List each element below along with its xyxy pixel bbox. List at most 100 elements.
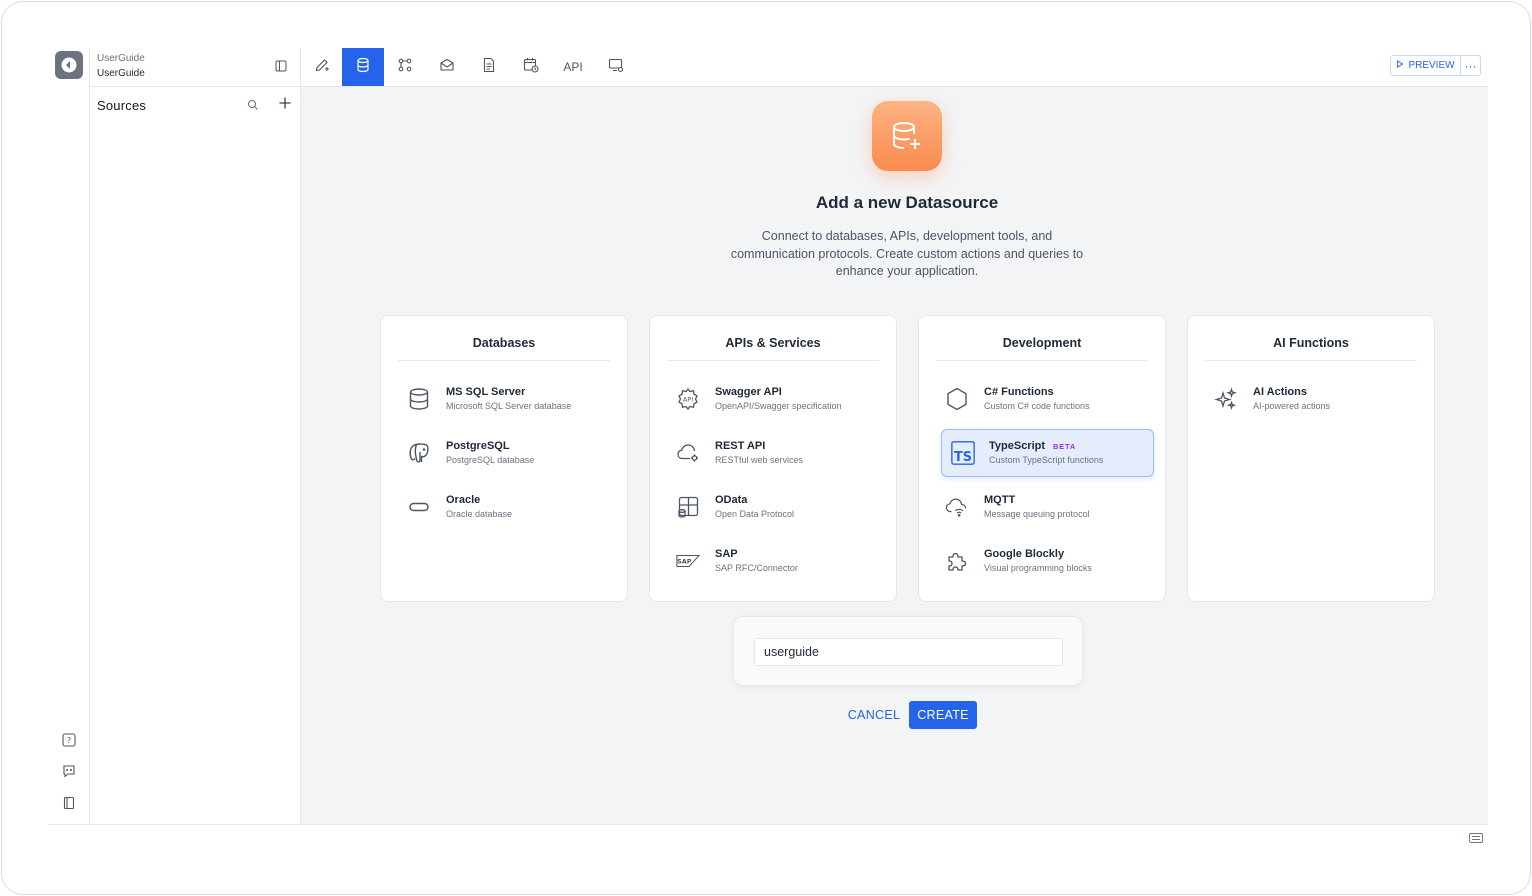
calendar-clock-icon (523, 57, 539, 78)
option-name: SAP (715, 548, 738, 560)
tab-workflows[interactable] (384, 48, 426, 86)
option-desc: Visual programming blocks (984, 563, 1092, 573)
tab-api[interactable]: API (552, 48, 594, 86)
category-title: Databases (472, 336, 536, 350)
sources-title: Sources (97, 98, 147, 113)
option-desc: Open Data Protocol (715, 509, 795, 519)
tab-documents[interactable] (468, 48, 510, 86)
datasource-option-ai-actions[interactable]: AI Actions AI-powered actions (1202, 376, 1420, 422)
puzzle-icon (945, 549, 969, 573)
cloud-gear-icon (676, 441, 700, 465)
datasource-option-odata[interactable]: OData Open Data Protocol (664, 484, 882, 530)
create-button[interactable]: CREATE (909, 701, 977, 729)
app-window: ? UserGuide UserGuide Sources API PREVIE… (1, 1, 1531, 895)
help-icon[interactable]: ? (61, 732, 77, 748)
datasource-name-panel (733, 616, 1083, 686)
datasource-option-typescript[interactable]: TS TypeScript BETA Custom TypeScript func… (941, 429, 1154, 477)
document-icon (481, 57, 497, 78)
svg-text:?: ? (67, 736, 71, 745)
flow-icon (397, 57, 413, 78)
tab-datasources[interactable] (342, 48, 384, 86)
category-card-ai: AI Functions AI Actions AI-powered actio… (1187, 315, 1435, 602)
mail-icon (439, 57, 455, 78)
database-icon (355, 57, 371, 78)
option-desc: OpenAPI/Swagger specification (715, 401, 842, 411)
tab-scheduler[interactable] (510, 48, 552, 86)
card-divider (1205, 360, 1417, 361)
postgresql-elephant-icon (407, 441, 431, 465)
left-rail: ? (48, 48, 90, 824)
option-name: PostgreSQL (446, 440, 510, 452)
option-name: MS SQL Server (446, 386, 526, 398)
datasource-option-mssql[interactable]: MS SQL Server Microsoft SQL Server datab… (395, 376, 613, 422)
option-name: Swagger API (715, 386, 782, 398)
pencil-plus-icon (314, 57, 330, 78)
card-divider (398, 360, 610, 361)
datasource-option-rest[interactable]: REST API RESTful web services (664, 430, 882, 476)
datasource-option-blockly[interactable]: Google Blockly Visual programming blocks (933, 538, 1151, 584)
preview-button[interactable]: PREVIEW (1390, 55, 1461, 76)
category-title: Development (1002, 336, 1082, 350)
category-title: APIs & Services (725, 336, 821, 350)
option-desc: SAP RFC/Connector (715, 563, 798, 573)
category-card-databases: Databases MS SQL Server Microsoft SQL Se… (380, 315, 628, 602)
card-divider (667, 360, 879, 361)
option-desc: Oracle database (446, 509, 513, 519)
keyboard-icon[interactable] (1469, 830, 1483, 843)
tab-screens[interactable] (595, 48, 637, 86)
category-card-development: Development C# Functions Custom C# code … (918, 315, 1166, 602)
option-name: AI Actions (1253, 386, 1307, 398)
option-name: OData (715, 494, 748, 506)
option-name: Oracle (446, 494, 481, 506)
option-name: MQTT (984, 494, 1016, 506)
option-desc: Message queuing protocol (984, 509, 1090, 519)
oracle-icon (407, 495, 431, 519)
sparkles-icon (1214, 387, 1238, 411)
page-subtitle: Connect to databases, APIs, development … (730, 229, 1084, 278)
option-name: TypeScript BETA (989, 440, 1076, 452)
app-name-label: UserGuide (97, 53, 145, 64)
status-bar-divider (48, 824, 1488, 825)
svg-text:API: API (683, 396, 693, 404)
preview-label: PREVIEW (1408, 60, 1455, 71)
top-toolbar: API PREVIEW ··· (301, 48, 1488, 87)
beta-badge: BETA (1053, 442, 1077, 451)
main-content: Add a new Datasource Connect to database… (301, 87, 1488, 824)
datasource-option-sap[interactable]: SAP SAP SAP RFC/Connector (664, 538, 882, 584)
sources-sidebar: UserGuide UserGuide Sources (90, 48, 301, 824)
datasource-option-swagger[interactable]: API Swagger API OpenAPI/Swagger specific… (664, 376, 882, 422)
monitor-settings-icon (608, 57, 624, 78)
add-source-icon[interactable] (278, 96, 292, 110)
datasource-option-postgresql[interactable]: PostgreSQL PostgreSQL database (395, 430, 613, 476)
svg-text:TS: TS (954, 450, 972, 465)
sidebar-divider (90, 86, 301, 87)
collapse-sidebar-icon[interactable] (275, 59, 287, 72)
sap-logo-icon: SAP (676, 549, 700, 573)
page-title: Add a new Datasource (815, 193, 999, 212)
datasource-option-oracle[interactable]: Oracle Oracle database (395, 484, 613, 530)
svg-text:SAP: SAP (677, 557, 692, 565)
cloud-signal-icon (945, 495, 969, 519)
search-icon[interactable] (247, 98, 259, 110)
option-desc: Microsoft SQL Server database (446, 401, 572, 411)
tab-messaging[interactable] (426, 48, 468, 86)
option-desc: PostgreSQL database (446, 455, 535, 465)
option-desc: Custom TypeScript functions (989, 455, 1104, 465)
cancel-button[interactable]: CANCEL (844, 701, 904, 729)
datasource-name-input[interactable] (754, 638, 1063, 666)
feedback-icon[interactable] (61, 763, 77, 779)
tab-design[interactable] (301, 48, 343, 86)
database-add-icon (872, 101, 942, 171)
app-logo-icon[interactable] (55, 51, 83, 79)
card-divider (936, 360, 1148, 361)
option-name: Google Blockly (984, 548, 1065, 560)
datasource-option-csharp[interactable]: C# Functions Custom C# code functions (933, 376, 1151, 422)
docs-book-icon[interactable] (61, 795, 77, 811)
option-name: REST API (715, 440, 766, 452)
datasource-option-mqtt[interactable]: MQTT Message queuing protocol (933, 484, 1151, 530)
odata-table-icon (676, 495, 700, 519)
option-desc: Custom C# code functions (984, 401, 1090, 411)
more-options-button[interactable]: ··· (1460, 55, 1481, 76)
database-icon (407, 387, 431, 411)
app-name-selector[interactable]: UserGuide (97, 68, 145, 79)
